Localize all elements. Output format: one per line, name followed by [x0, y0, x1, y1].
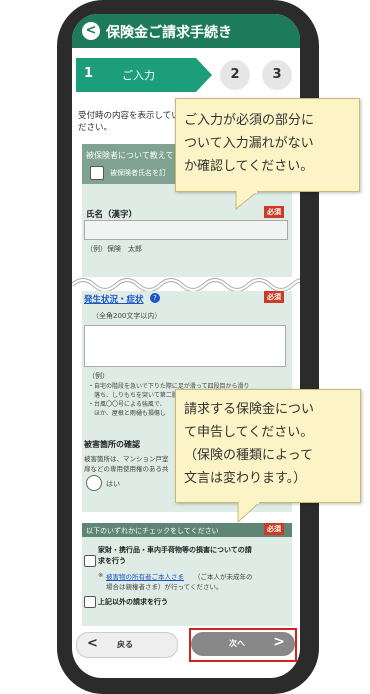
- help-icon[interactable]: ?: [150, 293, 160, 303]
- correct-name-checkbox-label: 被保険者氏名を訂: [110, 169, 166, 177]
- claim-option-2-label: 上記以外の請求を行う: [98, 598, 168, 606]
- back-button[interactable]: < 戻る: [76, 632, 178, 658]
- step-current-number: 1: [84, 66, 94, 81]
- page-title: 保険金ご請求手続き: [106, 25, 232, 41]
- insured-section-title: 被保険者について教えて: [86, 151, 174, 160]
- damage-label: 被害箇所の確認: [84, 440, 140, 449]
- claim-type-section: 以下のいずれかにチェックをしてください 必須 家財・携行品・車内手荷物等の損害に…: [82, 523, 292, 626]
- callout-required-check: ご入力が必須の部分に ついて入力漏れがない か確認してください。: [175, 98, 360, 192]
- claim-option-1-checkbox[interactable]: [84, 555, 96, 567]
- claim-option-1-line-1: 家財・携行品・車内手荷物等の損害についての請: [98, 546, 252, 554]
- claim-note-2: 場合は親権者さま）が行ってください。: [106, 583, 223, 591]
- callout-2-line-2: て申告してください。: [184, 425, 314, 440]
- step-3: 3: [262, 60, 292, 90]
- back-button-label: 戻る: [117, 640, 133, 649]
- chevron-left-icon: <: [87, 636, 98, 651]
- claim-option-1-line-2: 求を行う: [98, 557, 126, 565]
- step-2: 2: [220, 60, 250, 90]
- damage-note-2: 扉などの専用使用権のある共: [84, 465, 169, 473]
- back-arrow-icon[interactable]: <: [82, 22, 100, 40]
- char-limit-note: （全角200文字以内）: [92, 312, 162, 320]
- name-label: 氏名（漢字）: [86, 210, 138, 220]
- callout-2-line-1: 請求する保険金につい: [184, 402, 315, 417]
- callout-1-line-3: か確認してください。: [184, 159, 314, 174]
- claim-type-header: 以下のいずれかにチェックをしてください 必須: [82, 523, 292, 537]
- correct-name-checkbox[interactable]: [90, 166, 104, 180]
- example-line-3: ・台風〇〇号による強風で、: [88, 401, 166, 408]
- step-current: 1 ご入力: [76, 58, 212, 92]
- name-input[interactable]: [84, 220, 288, 240]
- example-label: （例）: [88, 372, 109, 380]
- claim-note-1: （ご本人が未成年の: [194, 573, 253, 581]
- name-example: （例）保険 太郎: [86, 245, 142, 253]
- callout-1-pointer: [235, 191, 259, 211]
- claim-note-prefix: ※: [98, 571, 104, 579]
- step-current-label: ご入力: [122, 69, 155, 82]
- callout-2-line-3: （保険の種類によって: [184, 448, 313, 463]
- app-header: < 保険金ご請求手続き: [72, 14, 300, 48]
- required-badge: 必須: [264, 523, 284, 535]
- owner-link[interactable]: 被害物の所有者ご本人さま: [106, 571, 184, 581]
- situation-textarea[interactable]: [84, 325, 286, 367]
- next-button-highlight: [189, 628, 297, 662]
- example-line-4: ほか、屋根と雨樋も損傷し: [88, 410, 166, 417]
- callout-1-line-2: ついて入力漏れがない: [184, 136, 314, 151]
- damage-yes-radio[interactable]: [86, 475, 102, 491]
- damage-note-1: 被害箇所は、マンション戸室: [84, 455, 169, 463]
- damage-yes-label: はい: [106, 480, 120, 488]
- callout-1-line-1: ご入力が必須の部分に: [184, 113, 315, 128]
- claim-type-title: 以下のいずれかにチェックをしてください: [86, 527, 219, 535]
- callout-2-line-4: 文言は変わります。）: [184, 471, 307, 486]
- claim-option-2-checkbox[interactable]: [84, 596, 96, 608]
- situation-link[interactable]: 発生状況・症状: [84, 293, 144, 305]
- step-indicator: 1 ご入力 2 3: [76, 58, 296, 92]
- callout-2-pointer: [237, 502, 261, 524]
- callout-claim-declare: 請求する保険金につい て申告してください。 （保険の種類によって 文言は変わりま…: [175, 389, 361, 503]
- required-badge: 必須: [264, 291, 284, 303]
- required-badge: 必須: [264, 206, 284, 218]
